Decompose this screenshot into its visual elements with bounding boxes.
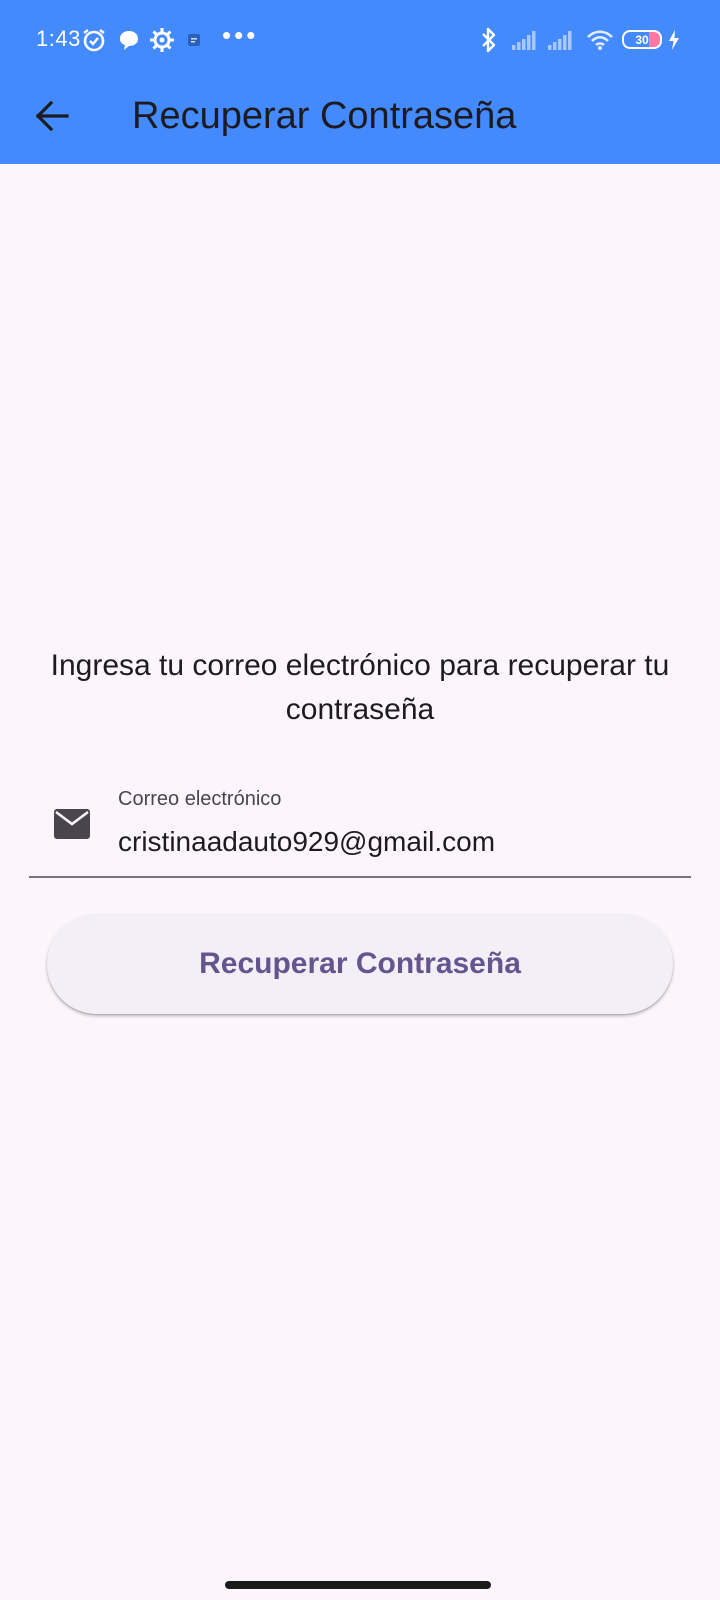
status-time: 1:43 <box>36 26 81 51</box>
chat-bubble-icon <box>115 26 143 54</box>
battery-icon: 30 <box>622 30 662 49</box>
app-bar: Recuperar Contraseña <box>0 80 720 164</box>
signal-icon <box>510 26 538 54</box>
bluetooth-icon <box>478 26 500 54</box>
email-input[interactable] <box>118 822 678 862</box>
recover-password-button-label: Recuperar Contraseña <box>199 947 521 980</box>
charging-icon <box>666 26 682 54</box>
email-field-label: Correo electrónico <box>118 788 282 810</box>
home-indicator[interactable] <box>225 1581 491 1589</box>
signal-icon <box>546 26 574 54</box>
wifi-icon <box>585 26 615 54</box>
email-field[interactable]: Correo electrónico <box>29 778 691 878</box>
alarm-icon <box>80 26 108 54</box>
email-icon <box>53 808 91 840</box>
settings-gear-icon <box>148 26 176 54</box>
app-notification-icon <box>186 26 202 54</box>
arrow-back-icon <box>35 100 69 136</box>
instructions-text: Ingresa tu correo electrónico para recup… <box>50 649 670 726</box>
more-notifications-indicator: ••• <box>222 20 259 50</box>
page-title: Recuperar Contraseña <box>132 95 517 137</box>
battery-level: 30 <box>635 32 649 47</box>
recover-password-button[interactable]: Recuperar Contraseña <box>47 914 673 1014</box>
status-bar: 1:43 ••• 30 <box>0 0 720 80</box>
back-button[interactable] <box>28 94 76 142</box>
